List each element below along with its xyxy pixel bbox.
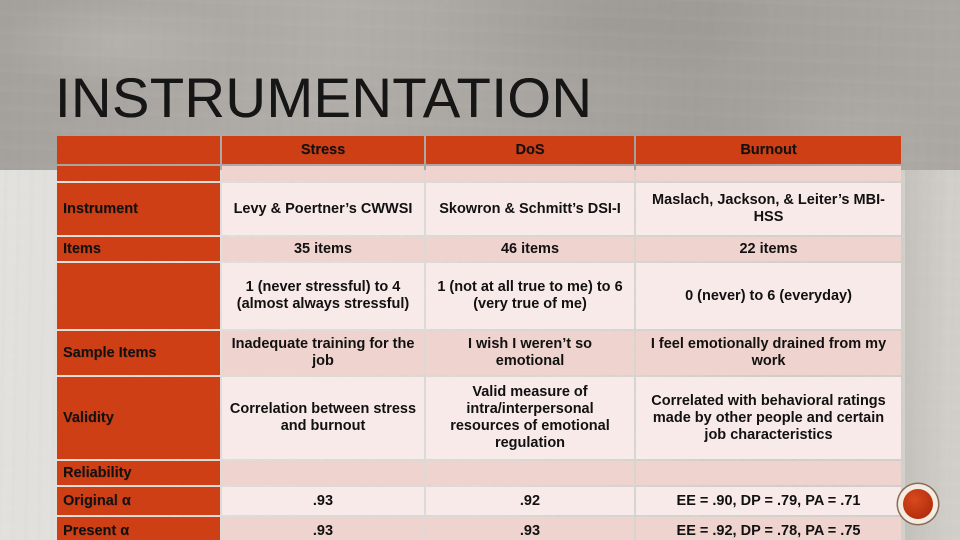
table-row: Original α .93 .92 EE = .90, DP = .79, P… bbox=[57, 487, 901, 515]
table-row: Reliability bbox=[57, 461, 901, 485]
row-cell-stress bbox=[222, 461, 424, 485]
table-row: Validity Correlation between stress and … bbox=[57, 377, 901, 459]
row-cell-burnout bbox=[636, 461, 901, 485]
row-cell-stress: 35 items bbox=[222, 237, 424, 261]
row-cell-stress: .93 bbox=[222, 487, 424, 515]
row-cell-dos: Valid measure of intra/interpersonal res… bbox=[426, 377, 634, 459]
decorative-circle-inner bbox=[903, 489, 933, 519]
row-cell-burnout: I feel emotionally drained from my work bbox=[636, 331, 901, 375]
row-cell-dos bbox=[426, 461, 634, 485]
table-body: Instrument Levy & Poertner’s CWWSI Skowr… bbox=[57, 166, 901, 540]
row-cell-burnout: Correlated with behavioral ratings made … bbox=[636, 377, 901, 459]
row-cell-dos: 1 (not at all true to me) to 6 (very tru… bbox=[426, 263, 634, 329]
row-label bbox=[57, 166, 220, 181]
table-row bbox=[57, 166, 901, 181]
row-cell-stress: .93 bbox=[222, 517, 424, 540]
row-cell-dos: .93 bbox=[426, 517, 634, 540]
decorative-circle-badge bbox=[898, 484, 938, 524]
row-cell-burnout: 22 items bbox=[636, 237, 901, 261]
row-label-sample-items: Sample Items bbox=[57, 331, 220, 375]
row-cell-stress: 1 (never stressful) to 4 (almost always … bbox=[222, 263, 424, 329]
column-header-dos: DoS bbox=[426, 136, 634, 164]
row-label-items: Items bbox=[57, 237, 220, 261]
table-row: 1 (never stressful) to 4 (almost always … bbox=[57, 263, 901, 329]
column-header-stress: Stress bbox=[222, 136, 424, 164]
row-label-original-alpha: Original α bbox=[57, 487, 220, 515]
row-cell-burnout bbox=[636, 166, 901, 181]
table-row: Present α .93 .93 EE = .92, DP = .78, PA… bbox=[57, 517, 901, 540]
table-row: Sample Items Inadequate training for the… bbox=[57, 331, 901, 375]
row-label bbox=[57, 263, 220, 329]
row-label-reliability: Reliability bbox=[57, 461, 220, 485]
table-header: Stress DoS Burnout bbox=[57, 136, 901, 164]
row-cell-stress: Correlation between stress and burnout bbox=[222, 377, 424, 459]
row-label-validity: Validity bbox=[57, 377, 220, 459]
table-corner-cell bbox=[57, 136, 220, 164]
row-cell-dos: 46 items bbox=[426, 237, 634, 261]
row-cell-dos: .92 bbox=[426, 487, 634, 515]
table-row: Items 35 items 46 items 22 items bbox=[57, 237, 901, 261]
row-label-instrument: Instrument bbox=[57, 183, 220, 235]
row-cell-stress: Inadequate training for the job bbox=[222, 331, 424, 375]
row-cell-burnout: Maslach, Jackson, & Leiter’s MBI-HSS bbox=[636, 183, 901, 235]
row-cell-dos: I wish I weren’t so emotional bbox=[426, 331, 634, 375]
column-header-burnout: Burnout bbox=[636, 136, 901, 164]
page-title: INSTRUMENTATION bbox=[55, 66, 593, 129]
row-cell-stress: Levy & Poertner’s CWWSI bbox=[222, 183, 424, 235]
row-cell-burnout: EE = .92, DP = .78, PA = .75 bbox=[636, 517, 901, 540]
row-cell-burnout: 0 (never) to 6 (everyday) bbox=[636, 263, 901, 329]
table-header-row: Stress DoS Burnout bbox=[57, 136, 901, 164]
instrumentation-table: Stress DoS Burnout Instrument Levy & Poe… bbox=[55, 134, 903, 540]
row-cell-dos: Skowron & Schmitt’s DSI-I bbox=[426, 183, 634, 235]
row-cell-stress bbox=[222, 166, 424, 181]
slide-canvas: INSTRUMENTATION Stress DoS Burnout Instr… bbox=[0, 0, 960, 540]
row-cell-dos bbox=[426, 166, 634, 181]
row-label-present-alpha: Present α bbox=[57, 517, 220, 540]
table-row: Instrument Levy & Poertner’s CWWSI Skowr… bbox=[57, 183, 901, 235]
row-cell-burnout: EE = .90, DP = .79, PA = .71 bbox=[636, 487, 901, 515]
